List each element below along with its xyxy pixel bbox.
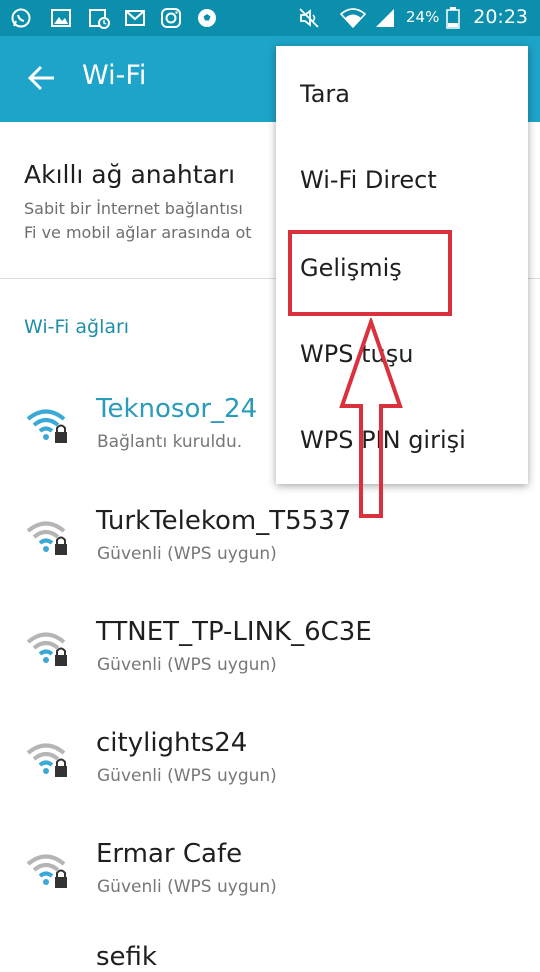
network-row[interactable]: Ermar Cafe Güvenli (WPS uygun): [0, 833, 540, 943]
instagram-icon: [161, 8, 181, 28]
battery-percent: 24%: [406, 8, 440, 26]
smart-switch-title: Akıllı ağ anahtarı: [24, 160, 236, 189]
menu-item-wifi-direct[interactable]: Wi-Fi Direct: [276, 136, 528, 222]
back-arrow-icon[interactable]: [26, 62, 58, 94]
mute-icon: [299, 8, 319, 28]
menu-item-label: Wi-Fi Direct: [300, 166, 437, 194]
calendar-icon: [89, 9, 110, 29]
gmail-icon: [125, 10, 145, 26]
wifi-signal-lock-icon: [26, 854, 67, 888]
network-status: Güvenli (WPS uygun): [97, 655, 277, 675]
network-status: Güvenli (WPS uygun): [97, 544, 277, 564]
network-status: Güvenli (WPS uygun): [97, 877, 277, 897]
network-name: citylights24: [96, 728, 248, 758]
gallery-icon: [51, 9, 71, 27]
smart-switch-description: Sabit bir İnternet bağlantısı Fi ve mobi…: [24, 199, 252, 242]
wifi-signal-lock-icon: [26, 521, 67, 555]
network-name: Teknosor_24: [96, 394, 258, 424]
menu-item-scan[interactable]: Tara: [276, 50, 528, 136]
network-name: Ermar Cafe: [96, 839, 243, 869]
whatsapp-icon: [11, 8, 31, 28]
network-name-partial[interactable]: sefik: [96, 942, 157, 972]
up-arrow-annotation-icon: [339, 318, 403, 518]
battery-icon: [446, 7, 460, 29]
menu-item-label: Tara: [300, 80, 350, 108]
status-bar: 24% 20:23: [0, 0, 540, 36]
network-status: Bağlantı kuruldu.: [97, 432, 243, 452]
network-row[interactable]: citylights24 Güvenli (WPS uygun): [0, 722, 540, 832]
signal-icon: [376, 9, 394, 27]
network-name: TurkTelekom_T5537: [96, 506, 352, 536]
network-name: TTNET_TP-LINK_6C3E: [96, 617, 372, 647]
network-row[interactable]: TTNET_TP-LINK_6C3E Güvenli (WPS uygun): [0, 611, 540, 721]
page-title: Wi-Fi: [82, 60, 147, 91]
wifi-signal-lock-icon: [26, 743, 67, 777]
clock: 20:23: [473, 6, 528, 28]
wifi-signal-lock-icon: [26, 409, 67, 443]
network-status: Güvenli (WPS uygun): [97, 766, 277, 786]
network-row[interactable]: TurkTelekom_T5537 Güvenli (WPS uygun): [0, 500, 540, 610]
wifi-icon: [340, 8, 366, 29]
highlight-box: [288, 230, 452, 316]
wifi-signal-lock-icon: [26, 632, 67, 666]
wifi-networks-header: Wi-Fi ağları: [24, 316, 130, 338]
football-icon: [198, 9, 216, 27]
